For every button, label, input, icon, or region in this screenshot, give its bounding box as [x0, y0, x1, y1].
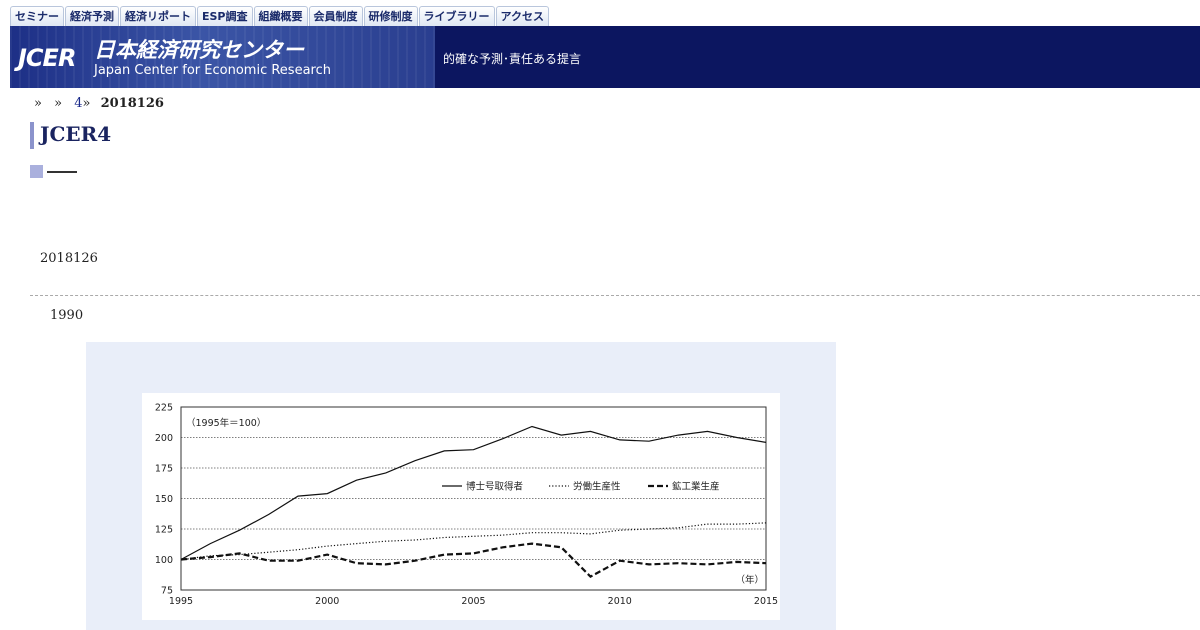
nav-tab-esp[interactable]: ESP調査: [197, 6, 253, 26]
breadcrumb-separator: »: [54, 96, 63, 111]
nav-tab-membership[interactable]: 会員制度: [308, 6, 363, 26]
breadcrumb-current: 2018126: [100, 96, 164, 111]
nav-tab-library[interactable]: ライブラリー: [418, 6, 495, 26]
y-tick-label: 175: [155, 464, 173, 475]
chart-container: 75 100 125 150 175 200 225 1995 2000 2005 2010 2015…: [142, 393, 780, 620]
nav-tab-training[interactable]: 研修制度: [363, 6, 418, 26]
legend-label: 労働生産性: [573, 481, 621, 493]
legend-label: 鉱工業生産: [672, 481, 720, 493]
nav-tab-forecast[interactable]: 経済予測: [65, 6, 119, 26]
breadcrumb-separator: »: [34, 96, 42, 111]
x-tick-label: 2010: [608, 596, 632, 607]
breadcrumb: » » 4» 2018126: [34, 96, 164, 111]
top-nav: セミナー 経済予測 経済リポート ESP調査 組織概要 会員制度 研修制度 ライ…: [10, 6, 550, 26]
legend-label: 博士号取得者: [466, 481, 523, 493]
tagline: 的確な予測･責任ある提言: [443, 52, 582, 66]
x-tick-label: 2000: [315, 596, 339, 607]
nav-tab-seminar[interactable]: セミナー: [10, 6, 64, 26]
series-line-dashed: [180, 542, 767, 578]
nav-tab-access[interactable]: アクセス: [495, 6, 549, 26]
dashed-divider: [30, 295, 1200, 296]
y-tick-label: 75: [161, 586, 173, 597]
y-tick-label: 150: [155, 494, 173, 505]
y-tick-label: 125: [155, 525, 173, 536]
series-line-dotted: [180, 522, 767, 561]
header-banner: JCER 日本経済研究センター Japan Center for Economi…: [10, 26, 1200, 88]
breadcrumb-separator: »: [82, 96, 91, 111]
org-name-jp: 日本経済研究センター: [94, 38, 304, 62]
publish-date: 2018126: [40, 251, 98, 266]
chart-annotation: （1995年＝100）: [186, 417, 266, 429]
nav-tab-report[interactable]: 経済リポート: [120, 6, 196, 26]
subheading-dash: [47, 171, 77, 173]
breadcrumb-link[interactable]: 4: [74, 96, 82, 111]
body-text-year: 1990: [50, 308, 84, 323]
x-tick-label: 1995: [169, 596, 193, 607]
page-title: JCER4: [40, 122, 112, 146]
x-axis-label: （年）: [735, 574, 764, 586]
series-line-solid: [180, 425, 767, 561]
org-name-en: Japan Center for Economic Research: [94, 63, 331, 78]
x-tick-label: 2005: [461, 596, 485, 607]
y-tick-label: 100: [155, 555, 173, 566]
subheading-square-icon: [30, 165, 43, 178]
x-tick-label: 2015: [754, 596, 778, 607]
y-tick-label: 200: [155, 433, 173, 444]
jcer-logo: JCER: [18, 44, 76, 72]
y-tick-label: 225: [155, 403, 173, 414]
line-chart: 75 100 125 150 175 200 225 1995 2000 2005 2010 2015…: [155, 403, 778, 608]
nav-tab-organization[interactable]: 組織概要: [253, 6, 308, 26]
title-accent-bar: [30, 122, 34, 149]
logo-area[interactable]: JCER 日本経済研究センター Japan Center for Economi…: [10, 26, 435, 88]
